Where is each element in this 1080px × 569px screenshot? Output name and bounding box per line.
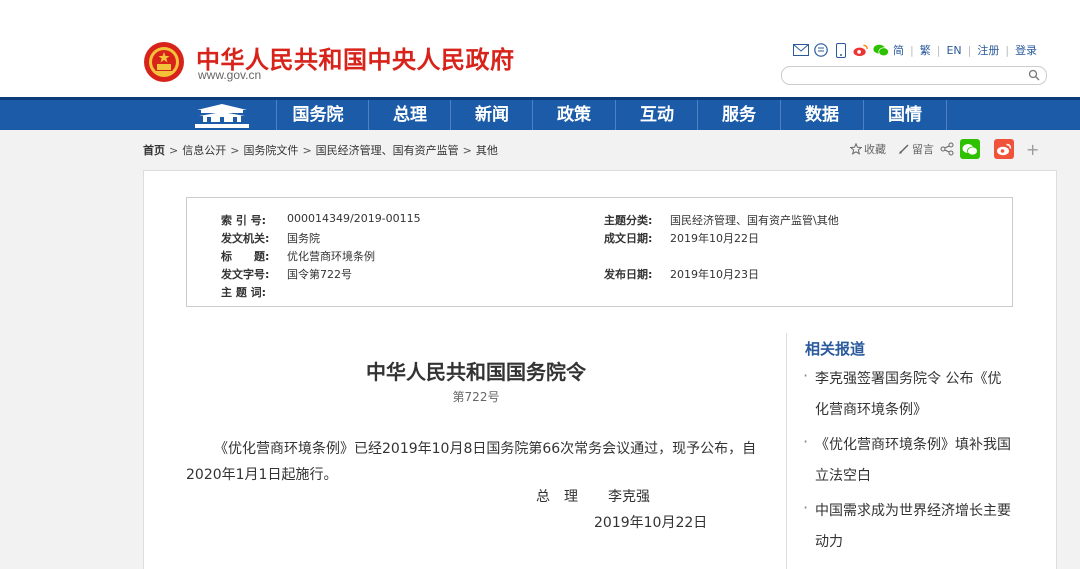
separator: | (967, 43, 972, 57)
mail-icon[interactable] (793, 42, 809, 58)
separator: | (910, 43, 914, 57)
register-link[interactable]: 注册 (977, 42, 999, 58)
signer-title: 总 理 (536, 489, 578, 505)
lang-english[interactable]: EN (946, 44, 961, 57)
meta-issuer: 国务院 (287, 232, 320, 245)
chevron-right-icon: > (462, 144, 472, 157)
related-heading: 相关报道 (805, 340, 866, 358)
chevron-right-icon: > (169, 144, 179, 157)
search-icon[interactable] (1028, 69, 1040, 81)
more-icon[interactable]: + (1026, 140, 1039, 159)
meta-label: 标 题: (221, 250, 270, 263)
national-emblem-icon[interactable] (143, 40, 185, 84)
document-metadata: 索 引 号: 000014349/2019-00115 主题分类: 国民经济管理、国… (186, 197, 1013, 307)
related-list: 李克强签署国务院令 公布《优化营商环境条例》 《优化营商环境条例》填补我国立法空… (803, 360, 1015, 558)
weibo-share-icon[interactable] (994, 139, 1014, 159)
meta-label: 发布日期: (604, 268, 653, 281)
sign-date: 2019年10月22日 (594, 515, 708, 531)
top-toolbar: 简 | 繁 | EN | 注册 | 登录 (793, 42, 1037, 58)
wechat-share-icon[interactable] (960, 139, 980, 159)
lang-simplified[interactable]: 简 (893, 42, 904, 58)
tiananmen-gate-icon[interactable] (193, 102, 251, 130)
site-url[interactable]: www.gov.cn (198, 68, 261, 82)
nav-item-state-council[interactable]: 国务院 (276, 100, 359, 130)
breadcrumb: 首页 > 信息公开 > 国务院文件 > 国民经济管理、国有资产监管 > 其他 (143, 142, 498, 158)
breadcrumb-item[interactable]: 信息公开 (182, 144, 226, 157)
document-title: 中华人民共和国国务院令 (366, 360, 586, 384)
meta-created: 2019年10月22日 (670, 232, 759, 245)
star-icon (850, 143, 862, 155)
separator: | (936, 43, 941, 57)
separator: | (1005, 43, 1010, 57)
login-link[interactable]: 登录 (1015, 42, 1037, 58)
main-nav: 国务院 总理 新闻 政策 互动 服务 数据 国情 (0, 97, 1080, 130)
meta-label: 成文日期: (604, 232, 653, 245)
document-body: 《优化营商环境条例》已经2019年10月8日国务院第66次常务会议通过，现予公布… (186, 441, 757, 483)
meta-doc-no: 国令第722号 (287, 268, 352, 281)
meta-label: 主题分类: (604, 214, 653, 227)
document-number: 第722号 (452, 390, 500, 404)
nav-item-data[interactable]: 数据 (780, 100, 863, 130)
meta-label: 主 题 词: (221, 286, 267, 299)
wechat-icon[interactable] (873, 42, 889, 58)
meta-published: 2019年10月23日 (670, 268, 759, 281)
meta-label: 发文字号: (221, 268, 270, 281)
chevron-right-icon: > (302, 144, 312, 157)
nav-item-news[interactable]: 新闻 (450, 100, 533, 130)
nav-item-interaction[interactable]: 互动 (615, 100, 698, 130)
meta-label: 发文机关: (221, 232, 270, 245)
meta-index-no: 000014349/2019-00115 (287, 212, 421, 225)
related-reports: 相关报道 李克强签署国务院令 公布《优化营商环境条例》 《优化营商环境条例》填补… (803, 338, 1015, 562)
column-divider (786, 333, 787, 569)
lang-traditional[interactable]: 繁 (920, 42, 931, 58)
meta-topic: 国民经济管理、国有资产监管\其他 (670, 214, 839, 227)
mobile-icon[interactable] (833, 42, 849, 58)
search-input[interactable] (790, 70, 1024, 88)
search-box (781, 66, 1047, 88)
breadcrumb-home[interactable]: 首页 (143, 144, 165, 157)
breadcrumb-item[interactable]: 国民经济管理、国有资产监管 (316, 144, 459, 157)
meta-title: 优化营商环境条例 (287, 250, 375, 263)
favorite-button[interactable]: 收藏 (850, 141, 886, 157)
comment-label: 留言 (912, 143, 934, 156)
share-icon[interactable] (940, 142, 954, 156)
share-toolbar: 收藏 留言 + (850, 139, 1039, 159)
weibo-icon[interactable] (853, 42, 869, 58)
meta-label: 索 引 号: (221, 214, 267, 227)
favorite-label: 收藏 (864, 143, 886, 156)
nav-item-premier[interactable]: 总理 (368, 100, 451, 130)
comment-button[interactable]: 留言 (898, 141, 934, 157)
chevron-right-icon: > (230, 144, 240, 157)
related-item[interactable]: 中国需求成为世界经济增长主要动力 (803, 492, 1015, 558)
nav-item-policy[interactable]: 政策 (532, 100, 615, 130)
nav-item-services[interactable]: 服务 (697, 100, 780, 130)
related-item[interactable]: 李克强签署国务院令 公布《优化营商环境条例》 (803, 360, 1015, 426)
site-header: 中华人民共和国中央人民政府 www.gov.cn 简 | 繁 | EN | 注册… (0, 0, 1080, 97)
breadcrumb-item[interactable]: 其他 (476, 144, 498, 157)
nav-item-national-info[interactable]: 国情 (863, 100, 947, 130)
pencil-icon (899, 144, 909, 154)
message-icon[interactable] (813, 42, 829, 58)
breadcrumb-item[interactable]: 国务院文件 (243, 144, 298, 157)
related-item[interactable]: 《优化营商环境条例》填补我国立法空白 (803, 426, 1015, 492)
signer-name: 李克强 (608, 489, 650, 505)
